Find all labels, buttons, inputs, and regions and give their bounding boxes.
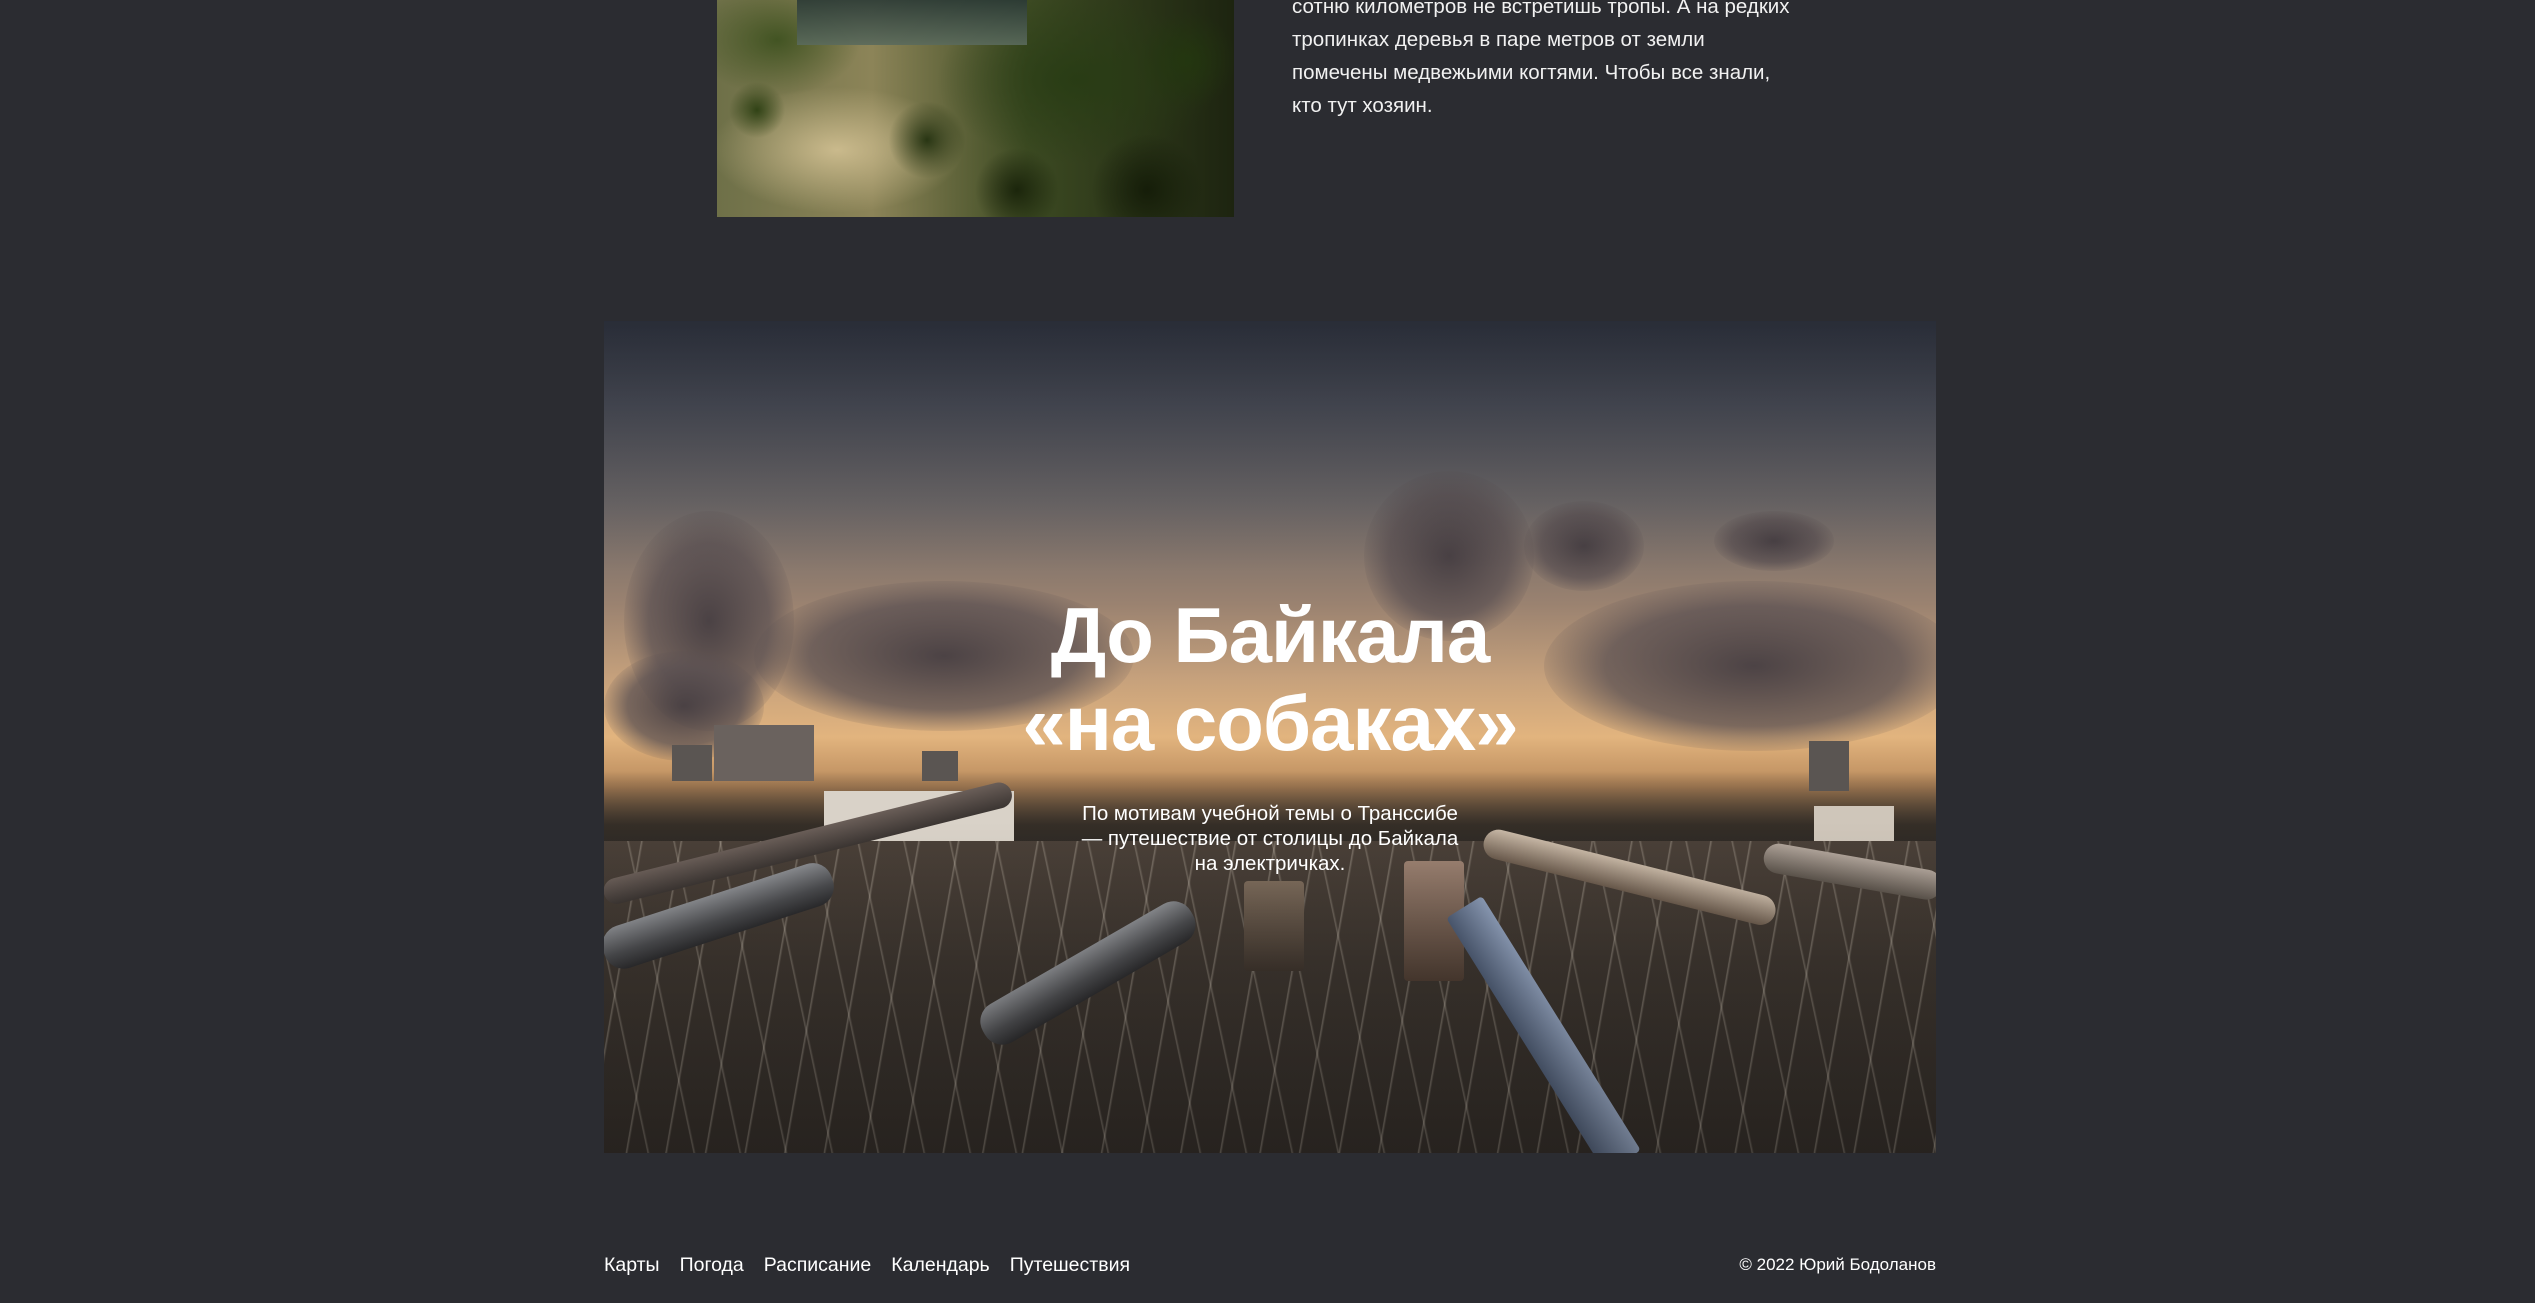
article-line: тропинках деревья в паре метров от земли: [1292, 28, 1705, 51]
article-line: кто тут хозяин.: [1292, 94, 1433, 117]
foreground-leaves: [717, 0, 1234, 217]
hero-subtitle: По мотивам учебной темы о Транссибе — пу…: [1070, 801, 1470, 876]
hero-subtitle-line: По мотивам учебной темы о Транссибе: [1082, 802, 1458, 825]
hero-card[interactable]: До Байкала «на собаках» По мотивам учебн…: [604, 321, 1936, 1153]
hero-title-line: До Байкала: [1050, 591, 1491, 679]
article-line: сотню километров не встретишь тропы. А н…: [1292, 0, 1790, 18]
page: сотню километров не встретишь тропы. А н…: [0, 0, 2535, 1303]
hero-subtitle-line: — путешествие от столицы до Байкала: [1081, 827, 1459, 850]
footer-link-calendar[interactable]: Календарь: [891, 1253, 989, 1277]
article-paragraph: сотню километров не встретишь тропы. А н…: [1292, 0, 1852, 122]
footer-link-travels[interactable]: Путешествия: [1010, 1253, 1130, 1277]
footer-link-schedule[interactable]: Расписание: [764, 1253, 872, 1277]
forest-lake-photo: [717, 0, 1234, 217]
footer-link-maps[interactable]: Карты: [604, 1253, 660, 1277]
hero-subtitle-line: на электричках.: [1194, 852, 1346, 875]
hero-title-line: «на собаках»: [1022, 679, 1518, 767]
article-line: помечены медвежьими когтями. Чтобы все з…: [1292, 61, 1771, 84]
copyright: © 2022 Юрий Бодоланов: [1739, 1255, 1936, 1274]
hero-title[interactable]: До Байкала «на собаках»: [604, 591, 1936, 767]
footer-link-weather[interactable]: Погода: [680, 1253, 744, 1277]
footer-nav: Карты Погода Расписание Календарь Путеше…: [604, 1253, 1150, 1277]
